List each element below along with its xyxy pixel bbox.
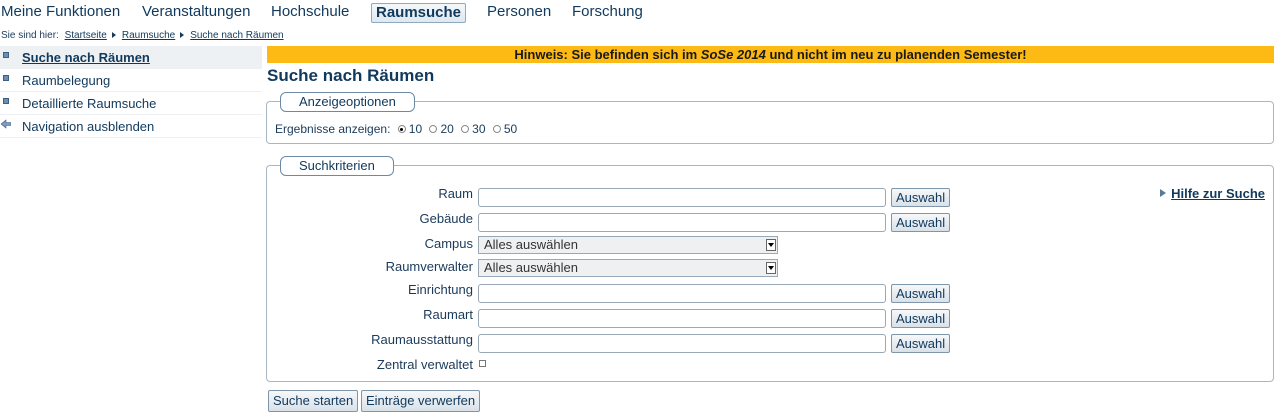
zentral-verwaltet-label: Zentral verwaltet [376, 357, 473, 372]
einrichtung-input[interactable] [478, 284, 886, 303]
results-per-page-row: Ergebnisse anzeigen: 10 20 30 50 [275, 122, 517, 136]
chevron-down-icon [766, 239, 776, 251]
breadcrumb-suche-nach-raeumen[interactable]: Suche nach Räumen [190, 30, 283, 41]
raumverwalter-select-value: Alles auswählen [484, 260, 578, 275]
raumausstattung-label: Raumausstattung [371, 332, 473, 347]
raum-auswahl-button[interactable]: Auswahl [891, 188, 951, 207]
radio-20-label: 20 [440, 122, 454, 136]
sidebar-item-label: Detaillierte Raumsuche [22, 96, 157, 111]
search-start-button[interactable]: Suche starten [268, 390, 359, 412]
results-per-page-label: Ergebnisse anzeigen: [275, 122, 391, 136]
campus-label: Campus [424, 236, 473, 251]
breadcrumb-separator-icon [111, 32, 116, 38]
gebaeude-input[interactable] [478, 213, 886, 232]
semester-notice: Hinweis: Sie befinden sich im SoSe 2014 … [267, 46, 1274, 63]
notice-text-pre: Hinweis: Sie befinden sich im [514, 47, 701, 62]
radio-10-label: 10 [408, 122, 423, 136]
nav-forschung[interactable]: Forschung [572, 3, 643, 23]
display-options-fieldset: Anzeigeoptionen Ergebnisse anzeigen: 10 … [266, 92, 1274, 144]
notice-semester: SoSe 2014 [700, 47, 766, 62]
sidebar-item-navigation-ausblenden[interactable]: Navigation ausblenden [0, 115, 262, 138]
search-criteria-legend: Suchkriterien [280, 156, 394, 176]
raumart-label: Raumart [423, 307, 473, 322]
sidebar: Suche nach Räumen Raumbelegung Detaillie… [0, 46, 262, 138]
einrichtung-label: Einrichtung [407, 282, 473, 297]
radio-10[interactable] [397, 125, 406, 133]
einrichtung-auswahl-button[interactable]: Auswahl [891, 284, 951, 303]
gebaeude-auswahl-button[interactable]: Auswahl [891, 213, 951, 232]
raumausstattung-auswahl-button[interactable]: Auswahl [891, 334, 951, 353]
help-link-label: Hilfe zur Suche [1171, 186, 1265, 201]
radio-30[interactable] [461, 125, 470, 133]
breadcrumb: Sie sind hier: Startseite Raumsuche Suche … [1, 30, 284, 41]
raumverwalter-select[interactable]: Alles auswählen [478, 259, 778, 277]
bullet-icon [3, 52, 9, 58]
campus-select[interactable]: Alles auswählen [478, 236, 778, 254]
sidebar-item-raumbelegung[interactable]: Raumbelegung [0, 69, 262, 92]
radio-30-label: 30 [472, 122, 486, 136]
radio-50-label: 50 [503, 122, 518, 136]
campus-select-value: Alles auswählen [484, 237, 578, 252]
raum-input[interactable] [478, 188, 886, 207]
bullet-icon [3, 75, 9, 81]
nav-hochschule[interactable]: Hochschule [271, 3, 349, 23]
sidebar-item-label: Raumbelegung [22, 73, 111, 88]
breadcrumb-raumsuche[interactable]: Raumsuche [122, 30, 175, 41]
breadcrumb-prefix: Sie sind hier: [1, 30, 59, 41]
zentral-verwaltet-checkbox[interactable] [479, 360, 486, 367]
raumausstattung-input[interactable] [478, 334, 886, 353]
sidebar-item-label: Suche nach Räumen [22, 50, 150, 65]
gebaeude-label: Gebäude [419, 211, 474, 226]
sidebar-item-label: Navigation ausblenden [22, 119, 155, 134]
page-title: Suche nach Räumen [267, 66, 435, 85]
raumart-auswahl-button[interactable]: Auswahl [891, 309, 951, 328]
help-link[interactable]: Hilfe zur Suche [1160, 186, 1265, 201]
notice-text-post: und nicht im neu zu planenden Semester! [765, 47, 1027, 62]
radio-20[interactable] [429, 125, 438, 133]
raumart-input[interactable] [478, 309, 886, 328]
breadcrumb-startseite[interactable]: Startseite [65, 30, 107, 41]
sidebar-item-suche-nach-raeumen[interactable]: Suche nach Räumen [0, 46, 262, 69]
triangle-right-icon [1160, 189, 1167, 197]
raumverwalter-label: Raumverwalter [385, 259, 473, 274]
breadcrumb-separator-icon [180, 32, 185, 38]
display-options-legend: Anzeigeoptionen [280, 92, 415, 112]
nav-raumsuche[interactable]: Raumsuche [371, 3, 467, 23]
nav-meine-funktionen[interactable]: Meine Funktionen [1, 3, 120, 23]
reset-entries-button[interactable]: Einträge verwerfen [361, 390, 481, 412]
bullet-icon [3, 98, 9, 104]
nav-personen[interactable]: Personen [487, 3, 551, 23]
radio-50[interactable] [492, 125, 501, 133]
raum-label: Raum [438, 186, 473, 201]
chevron-down-icon [766, 262, 776, 274]
nav-veranstaltungen[interactable]: Veranstaltungen [142, 3, 250, 23]
top-navigation: Meine Funktionen Veranstaltungen Hochsch… [0, 0, 1280, 26]
arrow-left-icon [1, 119, 11, 129]
search-criteria-fieldset: Suchkriterien Hilfe zur Suche Raum Auswa… [266, 156, 1274, 382]
sidebar-item-detaillierte-raumsuche[interactable]: Detaillierte Raumsuche [0, 92, 262, 115]
